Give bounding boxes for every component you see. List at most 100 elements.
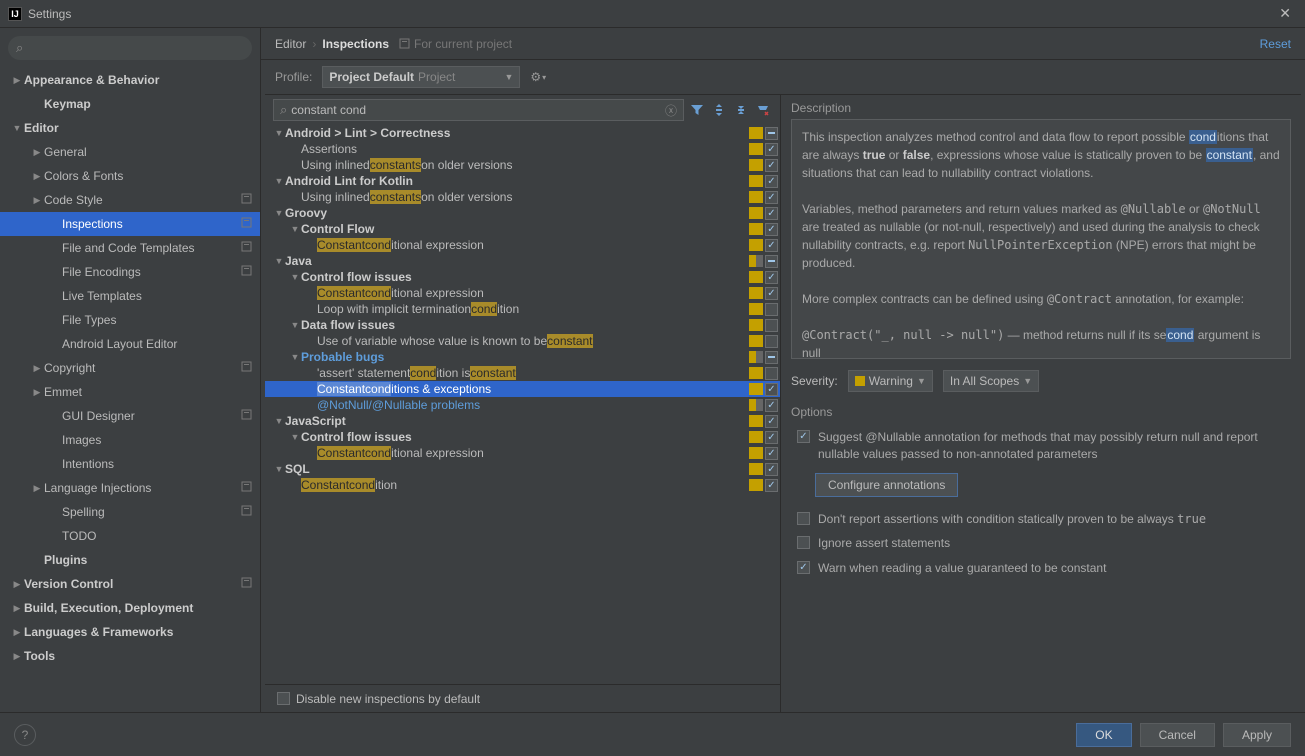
inspection-row[interactable]: Constant conditions & exceptions✓ (265, 381, 780, 397)
apply-button[interactable]: Apply (1223, 723, 1291, 747)
sidebar-item[interactable]: Live Templates (0, 284, 260, 308)
inspection-checkbox[interactable]: ✓ (765, 447, 778, 460)
sidebar-item[interactable]: Spelling (0, 500, 260, 524)
sidebar-item[interactable]: ▶Language Injections (0, 476, 260, 500)
sidebar-item[interactable]: ▶Languages & Frameworks (0, 620, 260, 644)
sidebar-item[interactable]: ▶Tools (0, 644, 260, 668)
inspection-row[interactable]: ▼Groovy✓ (265, 205, 780, 221)
inspection-row[interactable]: Constant conditional expression✓ (265, 445, 780, 461)
inspection-checkbox[interactable]: ✓ (765, 191, 778, 204)
inspection-checkbox[interactable]: ✓ (765, 431, 778, 444)
sidebar-item[interactable]: ▶Colors & Fonts (0, 164, 260, 188)
gear-icon[interactable]: ⚙▾ (530, 70, 546, 84)
reset-link[interactable]: Reset (1260, 37, 1291, 51)
inspection-row[interactable]: Using inlined constants on older version… (265, 189, 780, 205)
inspections-panel: ⌕ ⓧ ▼Android > Lint > CorrectnessAsserti… (265, 95, 781, 712)
inspection-checkbox[interactable] (765, 319, 778, 332)
inspection-row[interactable]: Constant condition✓ (265, 477, 780, 493)
opt3-checkbox[interactable] (797, 536, 810, 549)
inspection-checkbox[interactable]: ✓ (765, 415, 778, 428)
sidebar-item[interactable]: Keymap (0, 92, 260, 116)
expand-all-icon[interactable] (710, 101, 728, 119)
configure-annotations-button[interactable]: Configure annotations (815, 473, 958, 497)
reset-filter-icon[interactable] (754, 101, 772, 119)
sidebar-search-input[interactable] (27, 41, 244, 55)
sidebar-item[interactable]: TODO (0, 524, 260, 548)
sidebar-item[interactable]: File and Code Templates (0, 236, 260, 260)
sidebar-item[interactable]: ▶Version Control (0, 572, 260, 596)
inspection-row[interactable]: Use of variable whose value is known to … (265, 333, 780, 349)
inspection-row[interactable]: Constant conditional expression✓ (265, 237, 780, 253)
close-icon[interactable]: ✕ (1273, 3, 1297, 24)
filter-icon[interactable] (688, 101, 706, 119)
scope-dropdown[interactable]: In All Scopes ▼ (943, 370, 1039, 392)
inspection-row[interactable]: ▼Probable bugs (265, 349, 780, 365)
inspection-checkbox[interactable] (765, 367, 778, 380)
inspection-checkbox[interactable]: ✓ (765, 223, 778, 236)
inspection-row[interactable]: ▼Android > Lint > Correctness (265, 125, 780, 141)
inspection-row[interactable]: @NotNull/@Nullable problems✓ (265, 397, 780, 413)
sidebar-item[interactable]: ▶Code Style (0, 188, 260, 212)
sidebar-item[interactable]: Inspections (0, 212, 260, 236)
severity-dropdown[interactable]: Warning ▼ (848, 370, 933, 392)
inspection-row[interactable]: ▼Control flow issues✓ (265, 269, 780, 285)
inspection-row[interactable]: 'assert' statement condition is constant (265, 365, 780, 381)
disable-new-checkbox[interactable] (277, 692, 290, 705)
inspection-row[interactable]: ▼Android Lint for Kotlin✓ (265, 173, 780, 189)
sidebar-item[interactable]: ▶Appearance & Behavior (0, 68, 260, 92)
inspection-row[interactable]: Assertions✓ (265, 141, 780, 157)
inspection-row[interactable]: Loop with implicit termination condition (265, 301, 780, 317)
inspection-checkbox[interactable] (765, 127, 778, 140)
inspection-row[interactable]: ▼Java (265, 253, 780, 269)
opt4-checkbox[interactable]: ✓ (797, 561, 810, 574)
filter-input-wrap[interactable]: ⌕ ⓧ (273, 99, 684, 121)
sidebar-item[interactable]: Android Layout Editor (0, 332, 260, 356)
sidebar-item[interactable]: ▶Emmet (0, 380, 260, 404)
sidebar-item[interactable]: ▶Copyright (0, 356, 260, 380)
sidebar-item[interactable]: File Types (0, 308, 260, 332)
sidebar-item[interactable]: Images (0, 428, 260, 452)
inspection-checkbox[interactable]: ✓ (765, 479, 778, 492)
inspection-row[interactable]: ▼JavaScript✓ (265, 413, 780, 429)
help-button[interactable]: ? (14, 724, 36, 746)
collapse-all-icon[interactable] (732, 101, 750, 119)
sidebar-item[interactable]: Intentions (0, 452, 260, 476)
inspection-checkbox[interactable]: ✓ (765, 143, 778, 156)
inspection-checkbox[interactable]: ✓ (765, 175, 778, 188)
sidebar: ⌕ ▶Appearance & BehaviorKeymap▼Editor▶Ge… (0, 28, 261, 712)
sidebar-search[interactable]: ⌕ (8, 36, 252, 60)
inspection-checkbox[interactable]: ✓ (765, 271, 778, 284)
inspection-checkbox[interactable] (765, 351, 778, 364)
inspection-row[interactable]: ▼Control flow issues✓ (265, 429, 780, 445)
inspection-checkbox[interactable]: ✓ (765, 159, 778, 172)
sidebar-item[interactable]: ▶Build, Execution, Deployment (0, 596, 260, 620)
inspection-row[interactable]: ▼SQL✓ (265, 461, 780, 477)
inspection-row[interactable]: Using inlined constants on older version… (265, 157, 780, 173)
inspection-row[interactable]: ▼Data flow issues (265, 317, 780, 333)
opt2-checkbox[interactable] (797, 512, 810, 525)
opt1-checkbox[interactable]: ✓ (797, 430, 810, 443)
clear-icon[interactable]: ⓧ (665, 102, 677, 119)
sidebar-item[interactable]: Plugins (0, 548, 260, 572)
inspection-checkbox[interactable]: ✓ (765, 383, 778, 396)
sidebar-item-label: Plugins (44, 553, 252, 567)
inspection-checkbox[interactable] (765, 303, 778, 316)
cancel-button[interactable]: Cancel (1140, 723, 1215, 747)
sidebar-item[interactable]: ▼Editor (0, 116, 260, 140)
inspection-checkbox[interactable]: ✓ (765, 463, 778, 476)
ok-button[interactable]: OK (1076, 723, 1131, 747)
inspection-checkbox[interactable]: ✓ (765, 239, 778, 252)
sidebar-item[interactable]: File Encodings (0, 260, 260, 284)
inspection-checkbox[interactable]: ✓ (765, 207, 778, 220)
inspection-checkbox[interactable]: ✓ (765, 287, 778, 300)
inspection-checkbox[interactable] (765, 255, 778, 268)
profile-dropdown[interactable]: Project DefaultProject ▼ (322, 66, 520, 88)
inspection-checkbox[interactable] (765, 335, 778, 348)
inspection-checkbox[interactable]: ✓ (765, 399, 778, 412)
inspection-row[interactable]: Constant conditional expression✓ (265, 285, 780, 301)
sidebar-item[interactable]: ▶General (0, 140, 260, 164)
breadcrumb-editor[interactable]: Editor (275, 37, 306, 51)
sidebar-item[interactable]: GUI Designer (0, 404, 260, 428)
filter-input[interactable] (291, 103, 665, 117)
inspection-row[interactable]: ▼Control Flow✓ (265, 221, 780, 237)
